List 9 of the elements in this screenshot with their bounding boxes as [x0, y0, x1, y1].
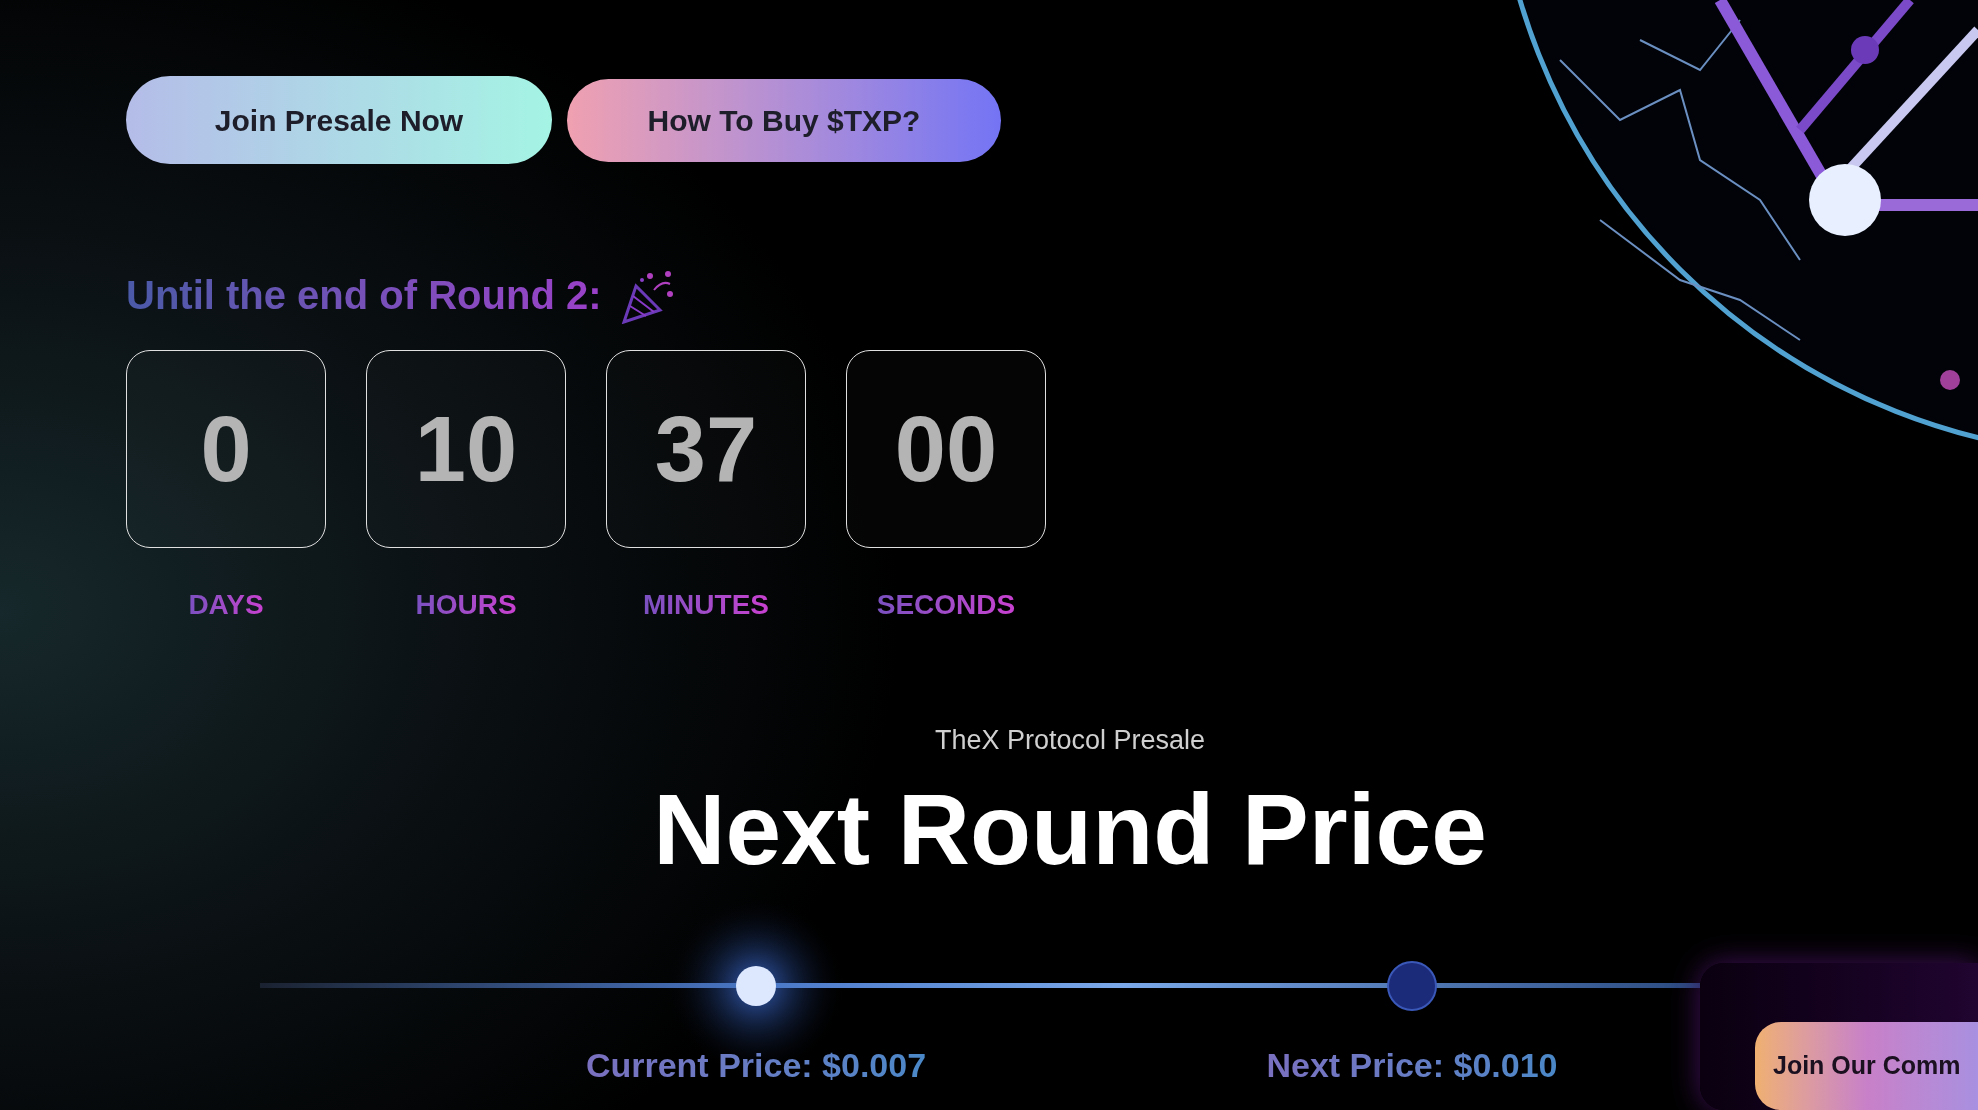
join-community-button[interactable]: Join Our Comm [1755, 1022, 1978, 1110]
countdown-box: 00 [846, 350, 1046, 548]
countdown-box: 37 [606, 350, 806, 548]
section-title: Next Round Price [653, 778, 1487, 879]
cta-button[interactable]: How To Buy $TXP? [567, 78, 1001, 162]
countdown-box: 10 [366, 350, 566, 548]
cta-button[interactable]: Join Presale Now [126, 76, 552, 164]
section-subtitle: TheX Protocol Presale [934, 724, 1206, 757]
countdown-box: 0 [126, 350, 326, 548]
